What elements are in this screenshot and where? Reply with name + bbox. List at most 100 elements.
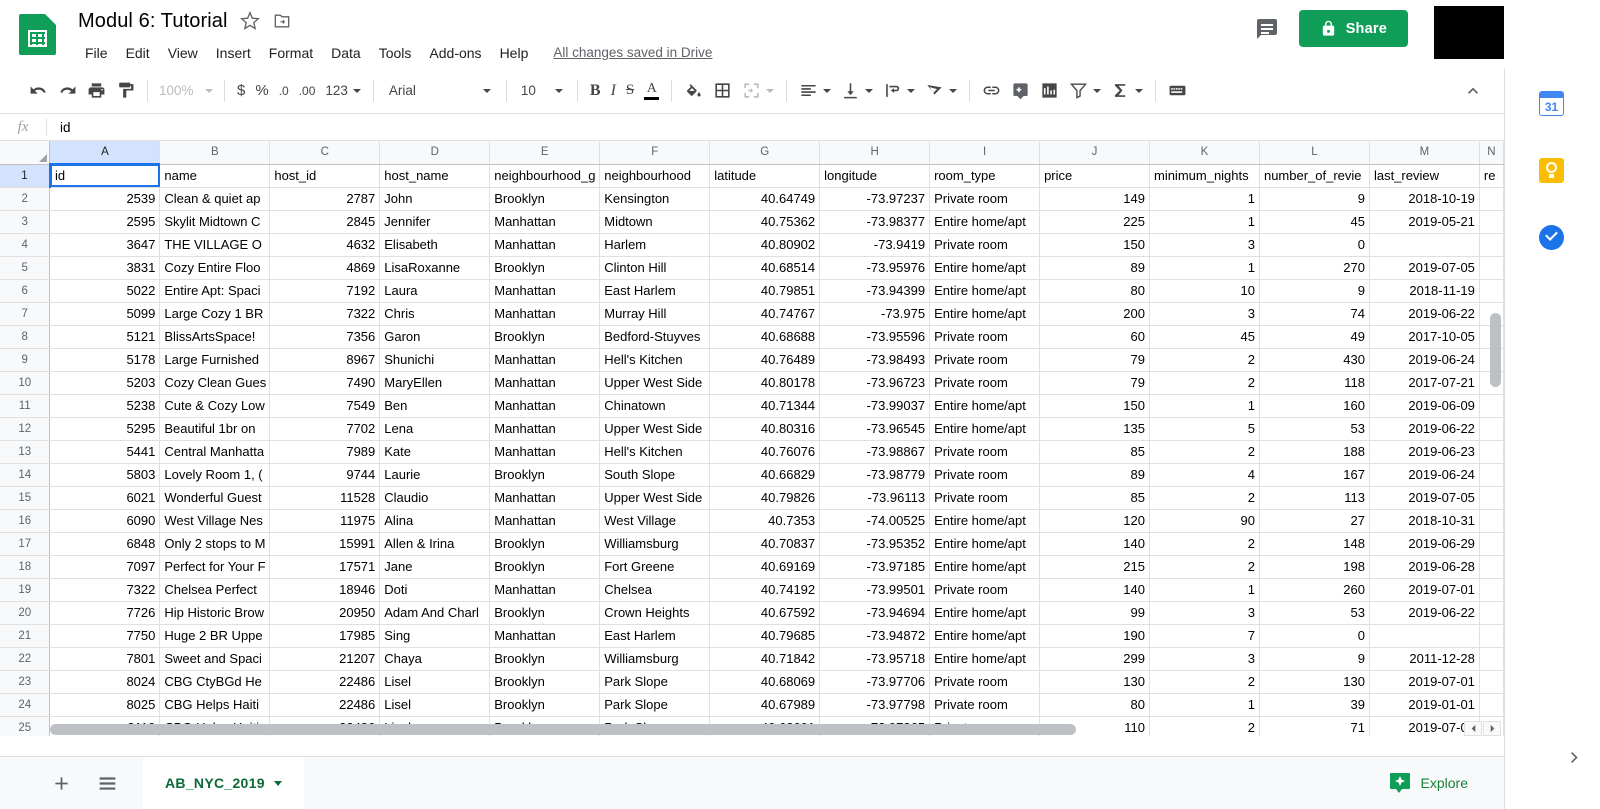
comment-history-button[interactable]	[1249, 11, 1285, 47]
cell-C24[interactable]: 22486	[269, 693, 381, 717]
cell-J20[interactable]: 99	[1039, 601, 1150, 625]
cell-A2[interactable]: 2539	[49, 187, 161, 211]
cell-M2[interactable]: 2018-10-19	[1369, 187, 1480, 211]
cell-C14[interactable]: 9744	[269, 463, 381, 487]
cell-L24[interactable]: 39	[1259, 693, 1370, 717]
cell-H13[interactable]: -73.98867	[819, 440, 931, 464]
cell-A6[interactable]: 5022	[49, 279, 161, 303]
cell-B4[interactable]: THE VILLAGE O	[159, 233, 271, 257]
cell-K18[interactable]: 2	[1149, 555, 1260, 579]
vertical-scrollbar-thumb[interactable]	[1490, 313, 1501, 387]
column-header-k[interactable]: K	[1149, 141, 1260, 165]
expand-side-panel-button[interactable]	[1560, 743, 1588, 771]
cell-K15[interactable]: 2	[1149, 486, 1260, 510]
cell-B1[interactable]: name	[159, 164, 271, 188]
cell-J8[interactable]: 60	[1039, 325, 1150, 349]
cell-M5[interactable]: 2019-07-05	[1369, 256, 1480, 280]
formula-input[interactable]: id	[47, 120, 71, 135]
cell-C5[interactable]: 4869	[269, 256, 381, 280]
cell-A14[interactable]: 5803	[49, 463, 161, 487]
cell-G12[interactable]: 40.80316	[709, 417, 821, 441]
row-header-17[interactable]: 17	[0, 532, 51, 556]
collapse-toolbar-button[interactable]	[1458, 76, 1488, 106]
cell-F17[interactable]: Williamsburg	[599, 532, 711, 556]
cell-G5[interactable]: 40.68514	[709, 256, 821, 280]
cell-L10[interactable]: 118	[1259, 371, 1370, 395]
increase-decimal-button[interactable]: .00	[294, 76, 321, 106]
cell-L21[interactable]: 0	[1259, 624, 1370, 648]
cell-E20[interactable]: Brooklyn	[489, 601, 601, 625]
cell-L7[interactable]: 74	[1259, 302, 1370, 326]
number-format-selector[interactable]: 123	[320, 76, 366, 106]
row-header-8[interactable]: 8	[0, 325, 51, 349]
cell-L23[interactable]: 130	[1259, 670, 1370, 694]
cell-J11[interactable]: 150	[1039, 394, 1150, 418]
google-calendar-icon[interactable]: 31	[1539, 91, 1564, 116]
cell-A5[interactable]: 3831	[49, 256, 161, 280]
cell-B12[interactable]: Beautiful 1br on	[159, 417, 271, 441]
row-header-24[interactable]: 24	[0, 693, 51, 717]
cell-E22[interactable]: Brooklyn	[489, 647, 601, 671]
cell-F15[interactable]: Upper West Side	[599, 486, 711, 510]
cell-N5[interactable]	[1479, 256, 1504, 280]
cell-K10[interactable]: 2	[1149, 371, 1260, 395]
column-header-d[interactable]: D	[379, 141, 491, 165]
row-header-18[interactable]: 18	[0, 555, 51, 579]
cell-E8[interactable]: Brooklyn	[489, 325, 601, 349]
cell-F21[interactable]: East Harlem	[599, 624, 711, 648]
cell-L18[interactable]: 198	[1259, 555, 1370, 579]
cell-M15[interactable]: 2019-07-05	[1369, 486, 1480, 510]
paint-format-icon[interactable]	[111, 76, 140, 106]
cell-C10[interactable]: 7490	[269, 371, 381, 395]
row-header-10[interactable]: 10	[0, 371, 51, 395]
row-header-6[interactable]: 6	[0, 279, 51, 303]
cell-C11[interactable]: 7549	[269, 394, 381, 418]
cell-K3[interactable]: 1	[1149, 210, 1260, 234]
add-sheet-button[interactable]	[43, 765, 79, 801]
cell-J22[interactable]: 299	[1039, 647, 1150, 671]
cell-C9[interactable]: 8967	[269, 348, 381, 372]
cell-G4[interactable]: 40.80902	[709, 233, 821, 257]
cell-E24[interactable]: Brooklyn	[489, 693, 601, 717]
cell-E2[interactable]: Brooklyn	[489, 187, 601, 211]
cell-J18[interactable]: 215	[1039, 555, 1150, 579]
cell-I15[interactable]: Private room	[929, 486, 1041, 510]
cell-F22[interactable]: Williamsburg	[599, 647, 711, 671]
column-header-f[interactable]: F	[599, 141, 711, 165]
cell-B7[interactable]: Large Cozy 1 BR	[159, 302, 271, 326]
star-icon[interactable]	[239, 11, 260, 31]
cell-C2[interactable]: 2787	[269, 187, 381, 211]
cell-E6[interactable]: Manhattan	[489, 279, 601, 303]
cell-F14[interactable]: South Slope	[599, 463, 711, 487]
row-header-19[interactable]: 19	[0, 578, 51, 602]
cell-G1[interactable]: latitude	[709, 164, 821, 188]
cell-D19[interactable]: Doti	[379, 578, 491, 602]
cell-A19[interactable]: 7322	[49, 578, 161, 602]
undo-icon[interactable]	[24, 76, 53, 106]
cell-E14[interactable]: Brooklyn	[489, 463, 601, 487]
cell-F9[interactable]: Hell's Kitchen	[599, 348, 711, 372]
cell-C21[interactable]: 17985	[269, 624, 381, 648]
cell-A9[interactable]: 5178	[49, 348, 161, 372]
cell-F1[interactable]: neighbourhood	[599, 164, 711, 188]
row-header-9[interactable]: 9	[0, 348, 51, 372]
cell-K21[interactable]: 7	[1149, 624, 1260, 648]
cell-K23[interactable]: 2	[1149, 670, 1260, 694]
cell-H1[interactable]: longitude	[819, 164, 931, 188]
cell-D23[interactable]: Lisel	[379, 670, 491, 694]
cell-D20[interactable]: Adam And Charl	[379, 601, 491, 625]
cell-B14[interactable]: Lovely Room 1, (	[159, 463, 271, 487]
menu-edit[interactable]: Edit	[117, 40, 159, 66]
cell-K13[interactable]: 2	[1149, 440, 1260, 464]
cell-B24[interactable]: CBG Helps Haiti	[159, 693, 271, 717]
cell-F3[interactable]: Midtown	[599, 210, 711, 234]
cell-I24[interactable]: Private room	[929, 693, 1041, 717]
cell-B10[interactable]: Cozy Clean Gues	[159, 371, 271, 395]
cell-D9[interactable]: Shunichi	[379, 348, 491, 372]
cell-H10[interactable]: -73.96723	[819, 371, 931, 395]
cell-M10[interactable]: 2017-07-21	[1369, 371, 1480, 395]
cell-F2[interactable]: Kensington	[599, 187, 711, 211]
cell-D16[interactable]: Alina	[379, 509, 491, 533]
cell-H23[interactable]: -73.97706	[819, 670, 931, 694]
cell-E16[interactable]: Manhattan	[489, 509, 601, 533]
